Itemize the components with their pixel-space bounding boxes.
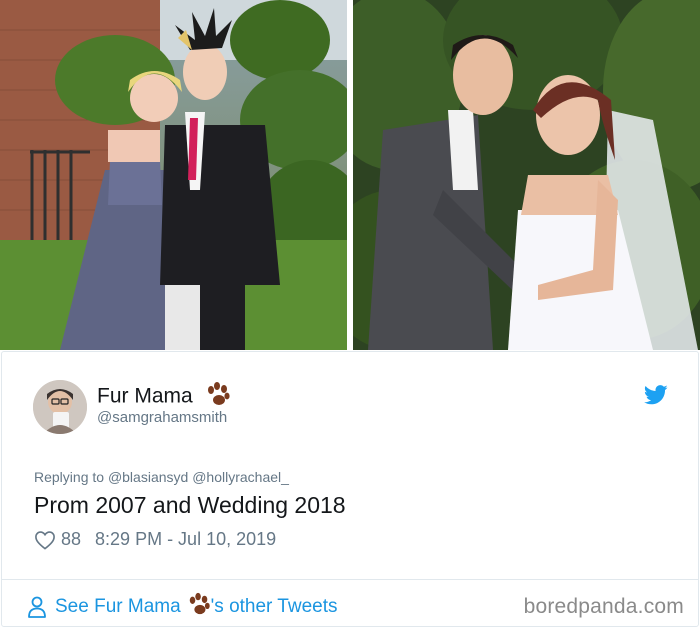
heart-outline-icon[interactable] [34,530,56,550]
like-count: 88 [61,529,82,549]
mention-link[interactable]: @hollyrachael_ [192,469,289,485]
wedding-photo-illustration [353,0,700,350]
avatar-image [33,380,87,434]
tweet-text: Prom 2007 and Wedding 2018 [34,492,346,518]
tweet-footer: See Fur Mama 's other Tweets boredpanda.… [2,579,698,626]
replying-to-prefix: Replying to [34,469,108,485]
photo-collage [0,0,700,350]
avatar[interactable] [33,380,87,434]
prom-photo [0,0,347,350]
replying-to-line: Replying to @blasiansyd @hollyrachael_ [34,469,289,485]
user-handle[interactable]: @samgrahamsmith [97,409,227,426]
see-other-tweets-prefix[interactable]: See Fur Mama [55,596,181,618]
person-outline-icon [28,596,46,618]
boredpanda-watermark: boredpanda.com [523,595,684,618]
wedding-photo [353,0,700,350]
tweet-meta: 88 8:29 PM - Jul 10, 2019 [34,529,276,550]
see-other-tweets-link[interactable]: See Fur Mama 's other Tweets [27,592,338,622]
see-other-tweets-suffix[interactable]: 's other Tweets [211,596,338,618]
display-name-text[interactable]: Fur Mama [97,385,193,408]
mention-link[interactable]: @blasiansyd [108,469,188,485]
tweet-timestamp[interactable]: 8:29 PM - Jul 10, 2019 [95,529,276,550]
prom-photo-illustration [0,0,347,350]
tweet-card: Fur Mama @samgrahamsmith Replying to @bl… [1,351,699,627]
twitter-bird-icon[interactable] [643,384,668,406]
paw-icon [187,592,211,622]
